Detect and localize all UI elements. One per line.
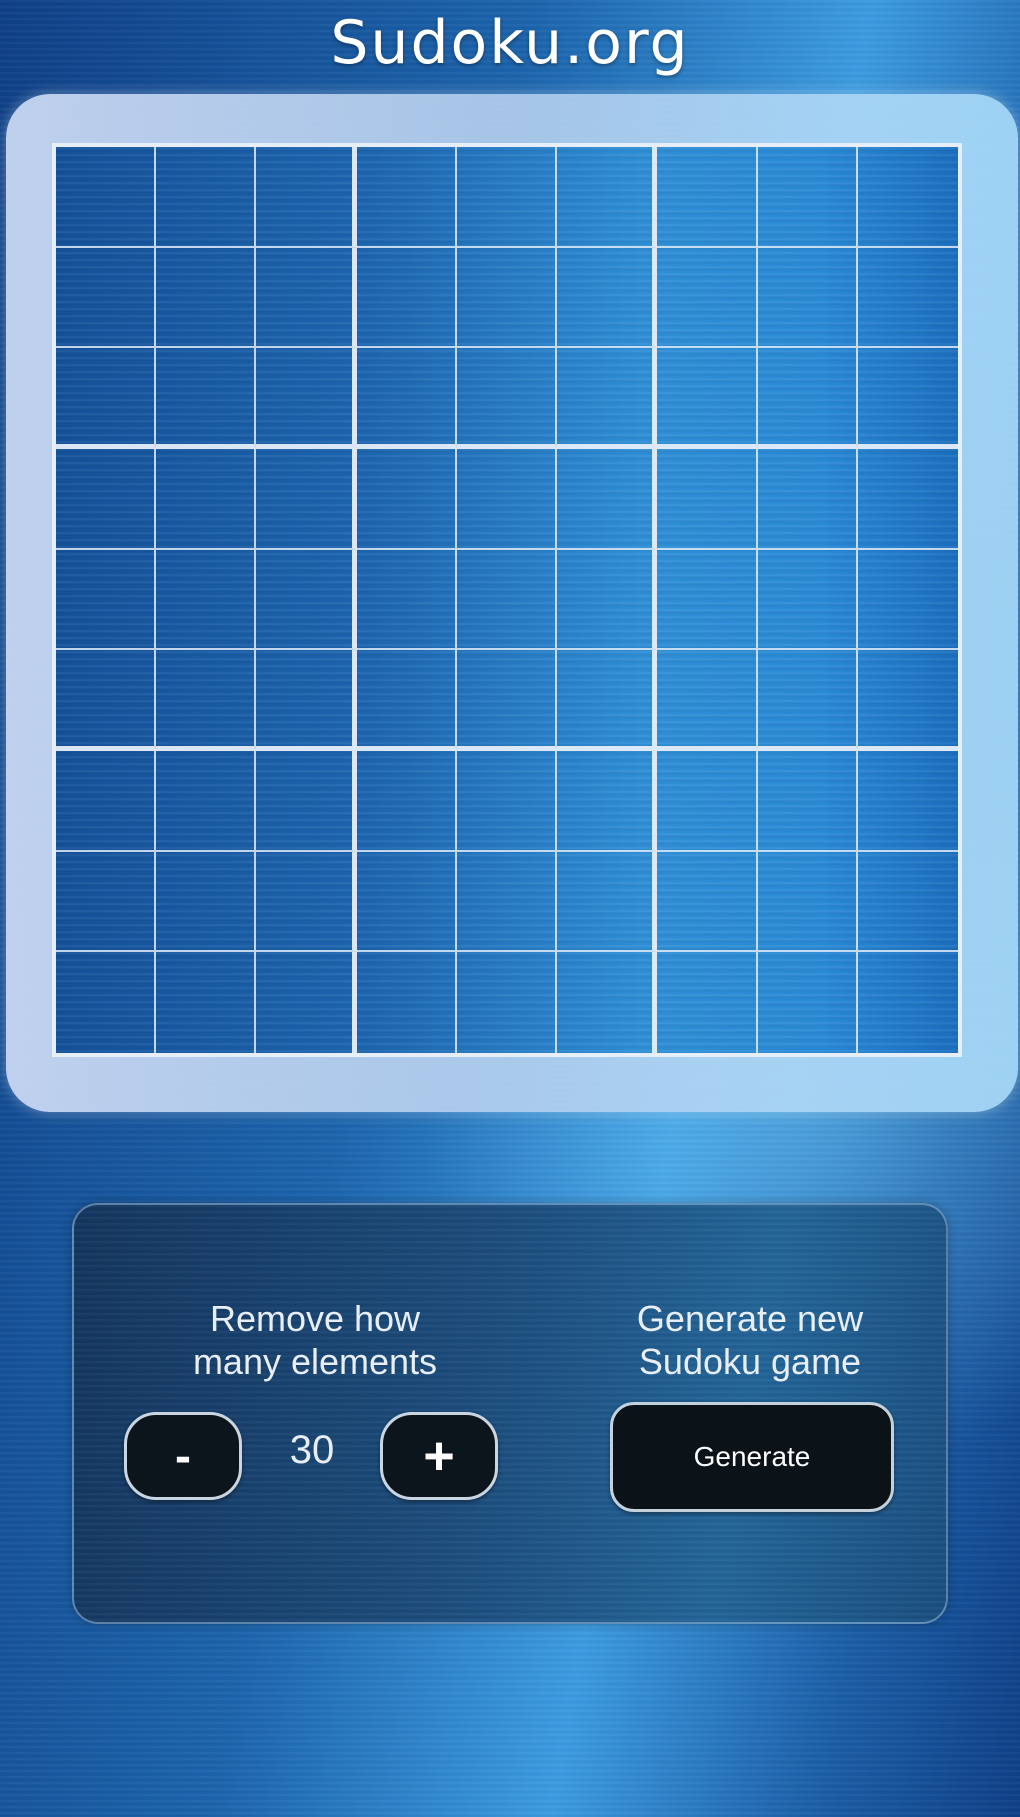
sudoku-cell[interactable] bbox=[156, 549, 257, 651]
sudoku-cell[interactable] bbox=[757, 147, 858, 248]
sudoku-cell[interactable] bbox=[557, 650, 658, 751]
sudoku-cell[interactable] bbox=[657, 348, 758, 449]
remove-count-label: Remove how many elements bbox=[192, 1298, 438, 1382]
sudoku-cell[interactable] bbox=[657, 448, 758, 550]
sudoku-cell[interactable] bbox=[758, 952, 858, 1053]
sudoku-cell[interactable] bbox=[456, 247, 558, 349]
increment-button[interactable]: + bbox=[380, 1412, 498, 1500]
sudoku-cell[interactable] bbox=[557, 549, 658, 651]
sudoku-cell[interactable] bbox=[356, 147, 457, 248]
sudoku-cell[interactable] bbox=[56, 147, 157, 248]
sudoku-cell[interactable] bbox=[156, 448, 257, 550]
sudoku-cell[interactable] bbox=[256, 549, 357, 651]
sudoku-cell[interactable] bbox=[657, 147, 758, 248]
sudoku-cell[interactable] bbox=[657, 650, 758, 751]
sudoku-cell[interactable] bbox=[256, 147, 357, 248]
sudoku-cell[interactable] bbox=[456, 147, 558, 248]
sudoku-cell[interactable] bbox=[557, 147, 658, 248]
sudoku-cell[interactable] bbox=[356, 448, 457, 550]
sudoku-cell[interactable] bbox=[557, 348, 658, 449]
sudoku-cell[interactable] bbox=[356, 549, 457, 651]
sudoku-cell[interactable] bbox=[456, 448, 558, 550]
sudoku-cell[interactable] bbox=[757, 247, 858, 349]
sudoku-cell[interactable] bbox=[156, 750, 257, 852]
sudoku-cell[interactable] bbox=[657, 851, 758, 953]
sudoku-cell[interactable] bbox=[256, 952, 357, 1053]
sudoku-cell[interactable] bbox=[56, 650, 157, 751]
decrement-button[interactable]: - bbox=[124, 1412, 242, 1500]
sudoku-cell[interactable] bbox=[357, 952, 457, 1053]
generate-button[interactable]: Generate bbox=[610, 1402, 894, 1512]
sudoku-cell[interactable] bbox=[657, 549, 758, 651]
sudoku-cell[interactable] bbox=[156, 247, 257, 349]
sudoku-cell[interactable] bbox=[757, 448, 858, 550]
sudoku-cell[interactable] bbox=[557, 750, 658, 852]
sudoku-cell[interactable] bbox=[156, 147, 257, 248]
sudoku-cell[interactable] bbox=[857, 348, 958, 449]
sudoku-cell[interactable] bbox=[657, 750, 758, 852]
sudoku-cell[interactable] bbox=[256, 851, 357, 953]
sudoku-cell[interactable] bbox=[56, 247, 157, 349]
sudoku-cell[interactable] bbox=[256, 750, 357, 852]
sudoku-cell[interactable] bbox=[256, 348, 357, 449]
sudoku-cell[interactable] bbox=[156, 348, 257, 449]
sudoku-cell[interactable] bbox=[857, 147, 958, 248]
sudoku-cell[interactable] bbox=[256, 650, 357, 751]
sudoku-cell[interactable] bbox=[356, 851, 457, 953]
sudoku-cell[interactable] bbox=[857, 751, 958, 852]
sudoku-cell[interactable] bbox=[456, 750, 558, 852]
sudoku-cell[interactable] bbox=[356, 247, 457, 349]
sudoku-cell[interactable] bbox=[456, 650, 558, 751]
sudoku-cell[interactable] bbox=[356, 650, 457, 751]
app-title: Sudoku.org bbox=[330, 8, 690, 78]
sudoku-cell[interactable] bbox=[456, 348, 558, 449]
sudoku-cell[interactable] bbox=[457, 952, 558, 1053]
generate-heading: Generate new Sudoku game bbox=[636, 1298, 864, 1382]
sudoku-cell[interactable] bbox=[657, 247, 758, 349]
sudoku-cell[interactable] bbox=[857, 650, 958, 751]
sudoku-board bbox=[52, 143, 962, 1057]
sudoku-cell[interactable] bbox=[156, 851, 257, 953]
sudoku-cell[interactable] bbox=[56, 348, 157, 449]
sudoku-cell[interactable] bbox=[757, 650, 858, 751]
sudoku-cell[interactable] bbox=[356, 750, 457, 852]
sudoku-cell[interactable] bbox=[757, 750, 858, 852]
sudoku-cell[interactable] bbox=[56, 851, 157, 953]
sudoku-cell[interactable] bbox=[757, 549, 858, 651]
sudoku-cell[interactable] bbox=[56, 750, 157, 852]
sudoku-cell[interactable] bbox=[757, 348, 858, 449]
sudoku-cell[interactable] bbox=[256, 247, 357, 349]
sudoku-cell[interactable] bbox=[356, 348, 457, 449]
sudoku-cell[interactable] bbox=[557, 247, 658, 349]
sudoku-cell[interactable] bbox=[56, 952, 157, 1053]
sudoku-cell[interactable] bbox=[557, 851, 658, 953]
sudoku-cell[interactable] bbox=[456, 549, 558, 651]
sudoku-cell[interactable] bbox=[156, 952, 257, 1053]
sudoku-cell[interactable] bbox=[557, 952, 658, 1053]
remove-count-value: 30 bbox=[289, 1428, 335, 1472]
sudoku-cell[interactable] bbox=[256, 448, 357, 550]
sudoku-cell[interactable] bbox=[56, 448, 157, 550]
sudoku-cell[interactable] bbox=[456, 851, 558, 953]
sudoku-cell[interactable] bbox=[557, 448, 658, 550]
sudoku-cell[interactable] bbox=[757, 851, 858, 953]
sudoku-cell[interactable] bbox=[857, 449, 958, 550]
sudoku-cell[interactable] bbox=[857, 852, 958, 953]
sudoku-cell[interactable] bbox=[857, 248, 958, 349]
sudoku-cell[interactable] bbox=[657, 952, 758, 1053]
sudoku-cell[interactable] bbox=[858, 952, 958, 1053]
sudoku-cell[interactable] bbox=[156, 650, 257, 751]
sudoku-cell[interactable] bbox=[857, 550, 958, 651]
sudoku-cell[interactable] bbox=[56, 549, 157, 651]
